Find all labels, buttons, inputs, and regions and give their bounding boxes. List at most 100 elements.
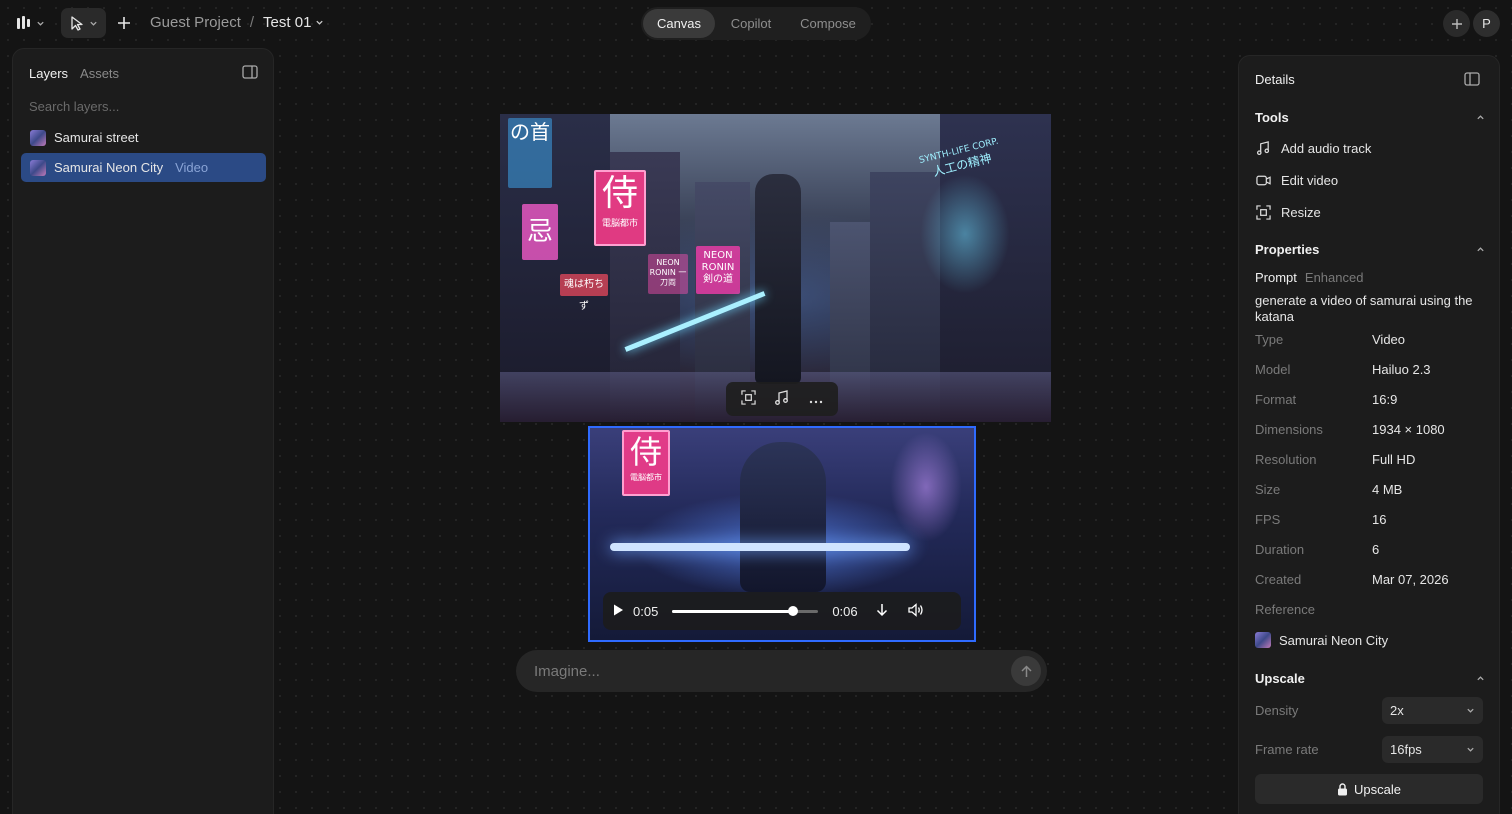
add-audio-track-button[interactable]: Add audio track (1255, 140, 1371, 156)
frame-rate-value: 16fps (1390, 742, 1422, 757)
neon-sign: 侍 電脳都市 (594, 170, 646, 246)
resize-tool-button[interactable]: Resize (1255, 204, 1321, 220)
more-icon (809, 400, 823, 403)
tab-layers[interactable]: Layers (29, 66, 68, 81)
neon-sign: 忌 (522, 204, 558, 260)
layer-thumbnail (30, 129, 46, 146)
property-row: Format 16:9 (1255, 392, 1485, 407)
add-button[interactable] (114, 12, 134, 34)
reference-thumbnail (1255, 632, 1271, 648)
property-key: Created (1255, 572, 1302, 587)
mode-tabs: Canvas Copilot Compose (641, 7, 871, 40)
property-row: Dimensions 1934 × 1080 (1255, 422, 1485, 437)
sign-text: 侍 (629, 433, 662, 471)
avatar[interactable]: P (1473, 10, 1500, 37)
upscale-section-header[interactable]: Upscale (1255, 671, 1485, 686)
breadcrumb-separator: / (249, 14, 255, 31)
hologram (890, 432, 962, 542)
play-button[interactable] (611, 603, 625, 620)
property-value: Hailuo 2.3 (1372, 362, 1431, 377)
property-value: 4 MB (1372, 482, 1403, 497)
logo-menu-button[interactable] (16, 10, 56, 36)
neon-sign: の首 (508, 118, 552, 188)
neon-sign: 魂は朽ちず (560, 274, 608, 312)
property-value: 6 (1372, 542, 1380, 557)
frame-rate-select[interactable]: 16fps (1382, 736, 1483, 763)
property-value: Video (1372, 332, 1406, 347)
arrow-up-icon (1020, 664, 1032, 677)
samurai-figure (740, 442, 826, 592)
section-title: Properties (1255, 242, 1320, 257)
property-row: Model Hailuo 2.3 (1255, 362, 1485, 377)
tab-compose[interactable]: Compose (787, 9, 869, 38)
new-button[interactable] (1443, 10, 1470, 37)
breadcrumb-file[interactable]: Test 01 (263, 14, 324, 31)
glowing-katana (610, 543, 910, 551)
volume-button[interactable] (907, 602, 924, 620)
layer-item[interactable]: Samurai street (21, 123, 266, 152)
layer-name: Samurai street (54, 130, 139, 145)
sidebar-toggle-button[interactable] (242, 65, 258, 79)
logo-icon (17, 16, 30, 29)
tools-section-header[interactable]: Tools (1255, 110, 1485, 125)
tab-assets[interactable]: Assets (80, 66, 119, 81)
pointer-tool-button[interactable] (61, 8, 106, 38)
duration-time: 0:06 (832, 603, 858, 619)
layers-panel: Layers Assets Samurai street Samurai Neo… (12, 48, 274, 814)
neon-sign: 侍 電脳都市 (622, 430, 670, 496)
chevron-up-icon (1477, 247, 1484, 252)
progress-handle[interactable] (788, 605, 799, 616)
reference-item[interactable]: Samurai Neon City (1255, 632, 1388, 648)
property-value: 1934 × 1080 (1372, 422, 1445, 437)
plus-icon (118, 17, 130, 29)
plus-icon (1451, 18, 1462, 29)
property-value: 16:9 (1372, 392, 1398, 407)
resize-button[interactable] (741, 390, 756, 408)
property-key: Size (1255, 482, 1281, 497)
search-layers-input[interactable] (29, 97, 249, 115)
property-value: Mar 07, 2026 (1372, 572, 1449, 587)
property-key: Resolution (1255, 452, 1317, 467)
properties-section-header[interactable]: Properties (1255, 242, 1485, 257)
sidebar-toggle-icon (242, 65, 258, 79)
samurai-street-image[interactable]: 侍 電脳都市 NEON RONIN 剣の道 NEON RONIN 一刀両 魂は朽… (500, 114, 1051, 422)
property-row: Duration 6 (1255, 542, 1485, 557)
property-value: Full HD (1372, 452, 1416, 467)
upscale-button[interactable]: Upscale (1255, 774, 1483, 804)
chevron-down-icon (316, 20, 324, 25)
sign-text: 侍 (601, 173, 638, 214)
density-select[interactable]: 2x (1382, 697, 1483, 724)
imagine-input[interactable] (534, 662, 1011, 680)
edit-video-button[interactable]: Edit video (1255, 172, 1338, 188)
video-progress-slider[interactable] (672, 605, 819, 616)
sign-text: NEON RONIN (701, 250, 735, 273)
file-name: Test 01 (263, 14, 312, 31)
tool-label: Edit video (1281, 172, 1339, 188)
send-button[interactable] (1011, 656, 1041, 686)
more-options-button[interactable] (809, 392, 823, 407)
details-toggle-button[interactable] (1464, 72, 1480, 86)
prompt-header: Prompt Enhanced (1255, 270, 1363, 285)
panel-title: Details (1255, 72, 1295, 87)
property-row: Resolution Full HD (1255, 452, 1485, 467)
tab-copilot[interactable]: Copilot (715, 9, 787, 38)
download-icon (876, 603, 887, 616)
property-row: Type Video (1255, 332, 1485, 347)
breadcrumb-project[interactable]: Guest Project (150, 14, 241, 31)
add-audio-button[interactable] (774, 389, 790, 409)
pointer-icon (70, 15, 83, 31)
download-button[interactable] (876, 603, 888, 620)
property-key: Reference (1255, 602, 1315, 617)
layer-item-selected[interactable]: Samurai Neon City Video (21, 153, 266, 182)
section-title: Upscale (1255, 671, 1305, 686)
upscale-button-label: Upscale (1354, 781, 1401, 797)
reference-name: Samurai Neon City (1279, 632, 1389, 648)
sign-text: 剣の道 (703, 274, 733, 285)
prompt-bar (516, 650, 1047, 692)
prompt-text: generate a video of samurai using the ka… (1255, 293, 1473, 324)
image-toolbar (726, 382, 838, 416)
tab-canvas[interactable]: Canvas (643, 9, 715, 38)
tool-label: Resize (1281, 204, 1321, 220)
video-controls: 0:05 0:06 (603, 592, 961, 630)
frame-rate-row: Frame rate 16fps (1255, 736, 1483, 763)
